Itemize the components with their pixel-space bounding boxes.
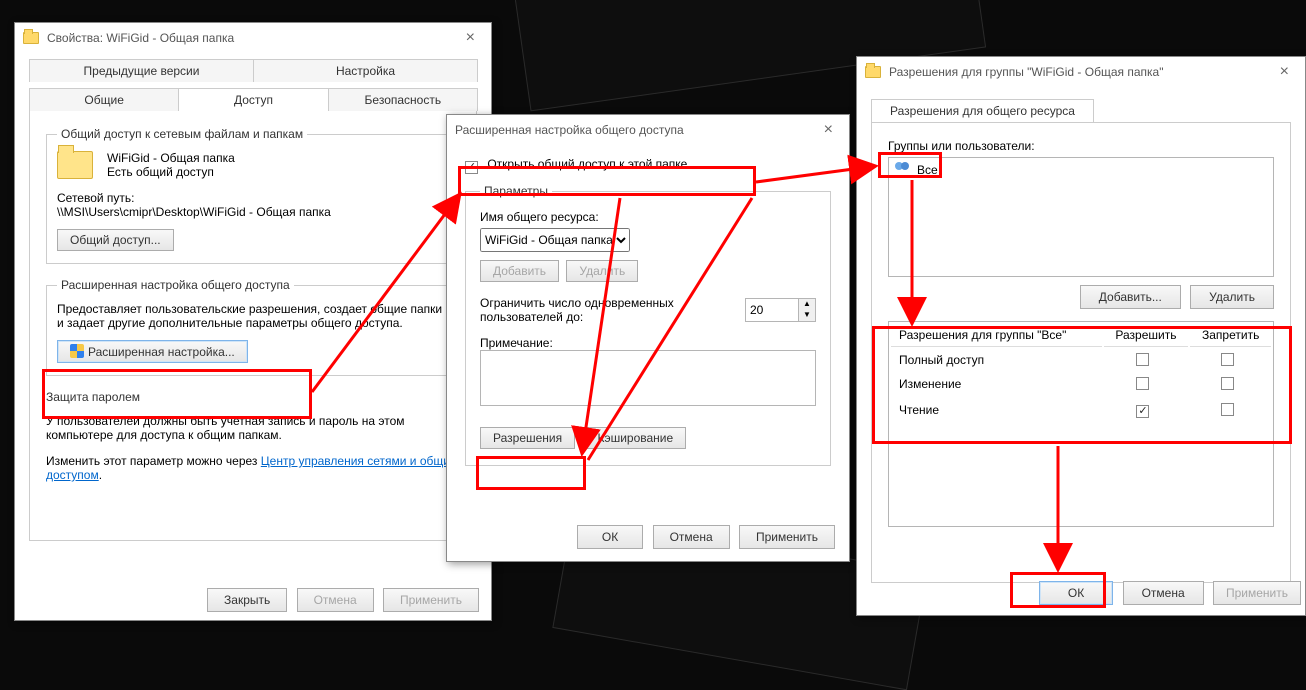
limit-spinner[interactable]: ▲ ▼ (745, 298, 816, 322)
password-protect-text: У пользователей должны быть учетная запи… (46, 414, 460, 442)
permissions-window: Разрешения для группы "WiFiGid - Общая п… (856, 56, 1306, 616)
footer-buttons: ОК Отмена Применить (1033, 581, 1301, 605)
groups-label: Группы или пользователи: (888, 139, 1274, 153)
advanced-settings-button[interactable]: Расширенная настройка... (57, 340, 248, 363)
window-title: Расширенная настройка общего доступа (455, 123, 684, 137)
share-name-label: Имя общего ресурса: (480, 210, 816, 224)
spinner-down-icon[interactable]: ▼ (799, 310, 815, 321)
tab-security[interactable]: Безопасность (328, 88, 478, 111)
password-link-line: Изменить этот параметр можно через Центр… (46, 454, 460, 482)
allow-change-checkbox[interactable] (1136, 377, 1149, 390)
footer-buttons: Закрыть Отмена Применить (201, 588, 479, 612)
window-title: Разрешения для группы "WiFiGid - Общая п… (889, 65, 1163, 79)
remove-button[interactable]: Удалить (566, 260, 638, 282)
allow-full-checkbox[interactable] (1136, 353, 1149, 366)
share-name-input[interactable]: WiFiGid - Общая папка (480, 228, 630, 252)
tab-panel: Группы или пользователи: Все Добавить...… (871, 123, 1291, 583)
params-legend: Параметры (480, 184, 552, 198)
caching-button[interactable]: Кэширование (584, 427, 686, 449)
cancel-button[interactable]: Отмена (1123, 581, 1204, 605)
password-protect-fieldset: Защита паролем У пользователей должны бы… (46, 390, 460, 494)
properties-window: Свойства: WiFiGid - Общая папка × Предыд… (14, 22, 492, 621)
apply-button[interactable]: Применить (1213, 581, 1301, 605)
window-title: Свойства: WiFiGid - Общая папка (47, 31, 234, 45)
users-icon (895, 162, 913, 176)
titlebar[interactable]: Расширенная настройка общего доступа × (447, 115, 849, 145)
allow-read-checkbox[interactable] (1136, 405, 1149, 418)
shield-icon (70, 344, 84, 358)
ok-button[interactable]: ОК (1039, 581, 1113, 605)
advanced-share-text: Предоставляет пользовательские разрешени… (57, 302, 449, 330)
share-folder-label: Открыть общий доступ к этой папке (487, 157, 687, 171)
titlebar[interactable]: Свойства: WiFiGid - Общая папка × (15, 23, 491, 53)
advanced-settings-label: Расширенная настройка... (88, 345, 235, 359)
folder-large-icon (57, 151, 93, 179)
add-user-button[interactable]: Добавить... (1080, 285, 1181, 309)
note-textarea[interactable] (480, 350, 816, 406)
tab-panel: Общий доступ к сетевым файлам и папкам W… (29, 111, 477, 541)
tab-general[interactable]: Общие (29, 88, 179, 111)
close-icon[interactable]: × (816, 119, 841, 141)
note-label: Примечание: (480, 336, 816, 350)
network-share-legend: Общий доступ к сетевым файлам и папкам (57, 127, 307, 141)
footer-buttons: ОК Отмена Применить (571, 525, 835, 549)
perm-row-full: Полный доступ (891, 349, 1271, 371)
apply-button[interactable]: Применить (383, 588, 479, 612)
close-icon[interactable]: × (458, 27, 483, 49)
network-path: \\MSI\Users\cmipr\Desktop\WiFiGid - Обща… (57, 205, 449, 219)
cancel-button[interactable]: Отмена (297, 588, 374, 612)
permissions-table: Разрешения для группы "Все" Разрешить За… (888, 321, 1274, 527)
limit-label: Ограничить число одновременных пользоват… (480, 296, 733, 324)
ok-button[interactable]: ОК (577, 525, 643, 549)
user-all-label: Все (917, 163, 938, 177)
perm-header: Разрешения для группы "Все" (891, 324, 1102, 347)
users-listbox[interactable]: Все (888, 157, 1274, 277)
password-protect-legend: Защита паролем (42, 390, 144, 404)
tab-share-permissions[interactable]: Разрешения для общего ресурса (871, 99, 1094, 122)
tab-customize[interactable]: Настройка (253, 59, 478, 82)
shared-folder-name: WiFiGid - Общая папка (107, 151, 235, 165)
share-button[interactable]: Общий доступ... (57, 229, 174, 251)
perm-row-read: Чтение (891, 397, 1271, 422)
password-link-prefix: Изменить этот параметр можно через (46, 454, 261, 468)
folder-icon (23, 32, 39, 44)
cancel-button[interactable]: Отмена (653, 525, 730, 549)
share-state: Есть общий доступ (107, 165, 235, 179)
perm-read-label: Чтение (891, 397, 1102, 422)
deny-read-checkbox[interactable] (1221, 403, 1234, 416)
titlebar[interactable]: Разрешения для группы "WiFiGid - Общая п… (857, 57, 1305, 87)
network-path-label: Сетевой путь: (57, 191, 449, 205)
user-entry-all[interactable]: Все (895, 162, 1267, 177)
remove-user-button[interactable]: Удалить (1190, 285, 1274, 309)
params-fieldset: Параметры Имя общего ресурса: WiFiGid - … (465, 184, 831, 466)
add-button[interactable]: Добавить (480, 260, 559, 282)
perm-change-label: Изменение (891, 373, 1102, 395)
spinner-up-icon[interactable]: ▲ (799, 299, 815, 310)
network-share-fieldset: Общий доступ к сетевым файлам и папкам W… (46, 127, 460, 264)
tab-sharing[interactable]: Доступ (178, 88, 328, 111)
folder-icon (865, 66, 881, 78)
share-folder-checkbox[interactable] (465, 161, 478, 174)
advanced-sharing-window: Расширенная настройка общего доступа × О… (446, 114, 850, 562)
advanced-share-legend: Расширенная настройка общего доступа (57, 278, 294, 292)
perm-row-change: Изменение (891, 373, 1271, 395)
advanced-share-fieldset: Расширенная настройка общего доступа Пре… (46, 278, 460, 376)
apply-button[interactable]: Применить (739, 525, 835, 549)
close-button[interactable]: Закрыть (207, 588, 287, 612)
deny-change-checkbox[interactable] (1221, 377, 1234, 390)
limit-input[interactable] (745, 298, 799, 322)
permissions-button[interactable]: Разрешения (480, 427, 575, 449)
tab-previous-versions[interactable]: Предыдущие версии (29, 59, 254, 82)
col-allow: Разрешить (1104, 324, 1189, 347)
col-deny: Запретить (1190, 324, 1271, 347)
perm-full-label: Полный доступ (891, 349, 1102, 371)
close-icon[interactable]: × (1272, 61, 1297, 83)
deny-full-checkbox[interactable] (1221, 353, 1234, 366)
share-folder-row: Открыть общий доступ к этой папке (465, 157, 831, 174)
